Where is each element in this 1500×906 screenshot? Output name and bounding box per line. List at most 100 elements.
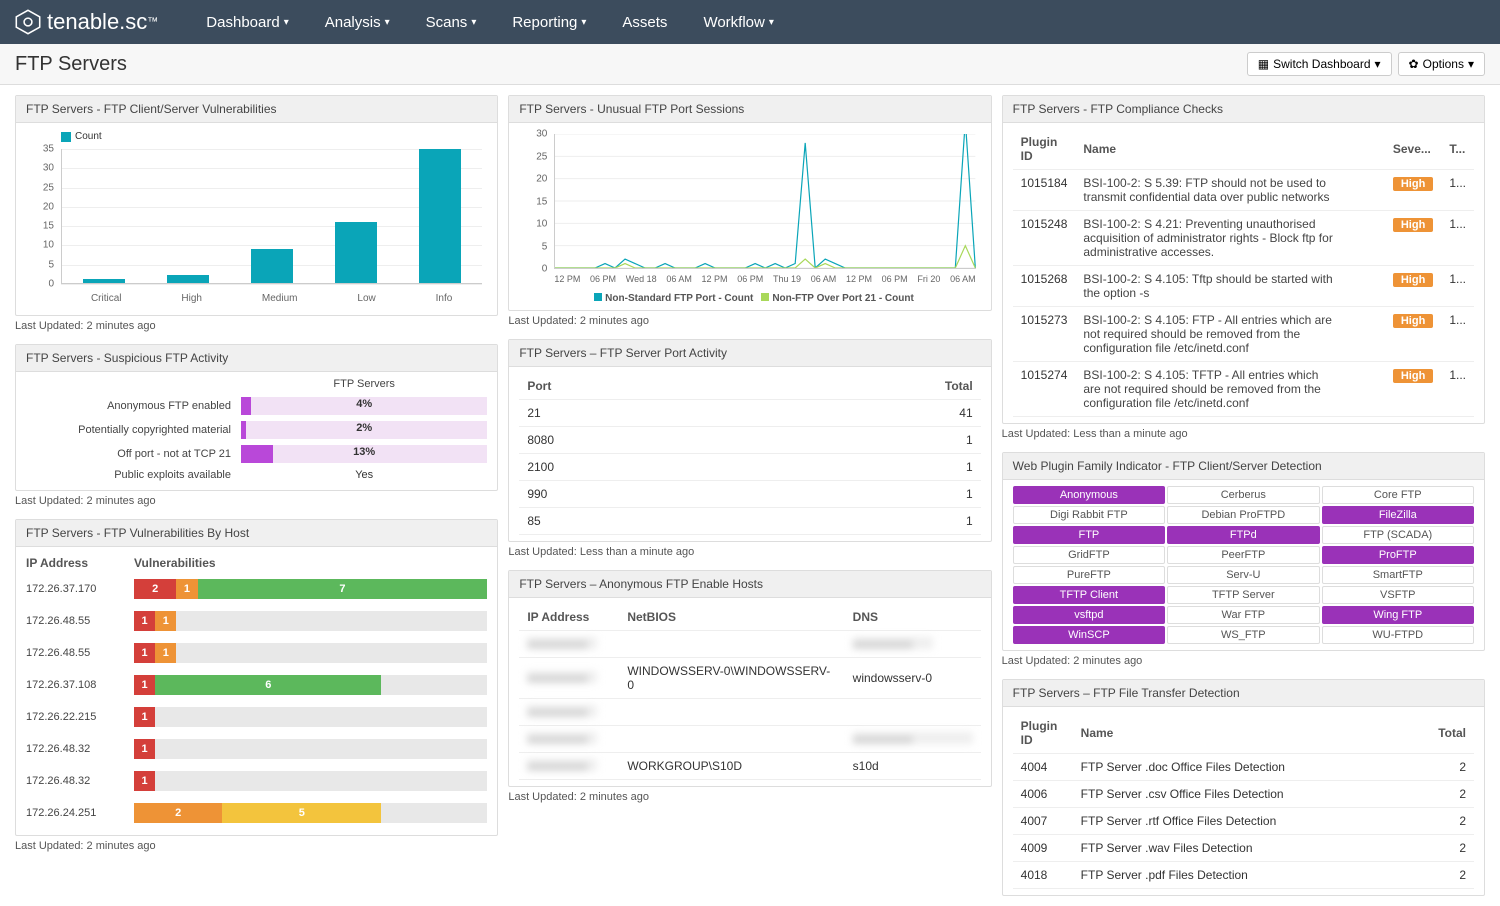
indicator-cell[interactable]: Cerberus xyxy=(1167,486,1319,504)
options-button[interactable]: ✿Options▾ xyxy=(1398,52,1485,76)
table-row[interactable]: 2141 xyxy=(519,400,980,427)
panel-header: FTP Servers – FTP File Transfer Detectio… xyxy=(1003,680,1484,707)
table-row[interactable]: 1015274BSI-100-2: S 4.105: TFTP - All en… xyxy=(1013,362,1474,417)
nav-item-reporting[interactable]: Reporting▾ xyxy=(494,14,604,31)
indicator-cell[interactable]: FTP xyxy=(1013,526,1165,544)
switch-dashboard-button[interactable]: ▦Switch Dashboard▾ xyxy=(1247,52,1392,76)
host-row[interactable]: 172.26.22.2151 xyxy=(26,701,487,733)
indicator-cell[interactable]: Core FTP xyxy=(1322,486,1474,504)
panel-header: FTP Servers - Suspicious FTP Activity xyxy=(16,345,497,372)
indicator-cell[interactable]: Serv-U xyxy=(1167,566,1319,584)
table-row[interactable]: 4009FTP Server .wav Files Detection2 xyxy=(1013,835,1474,862)
chevron-down-icon: ▾ xyxy=(769,17,774,28)
bar[interactable] xyxy=(167,275,209,283)
indicator-cell[interactable]: SmartFTP xyxy=(1322,566,1474,584)
panel-header: FTP Servers - FTP Compliance Checks xyxy=(1003,96,1484,123)
bar[interactable] xyxy=(251,249,293,283)
indicator-cell[interactable]: PeerFTP xyxy=(1167,546,1319,564)
subheader: FTP Servers ▦Switch Dashboard▾ ✿Options▾ xyxy=(0,44,1500,85)
panel-compliance: FTP Servers - FTP Compliance Checks Plug… xyxy=(1002,95,1485,424)
nav-item-workflow[interactable]: Workflow▾ xyxy=(685,14,791,31)
indicator-cell[interactable]: GridFTP xyxy=(1013,546,1165,564)
vuln-bar[interactable]: 1 xyxy=(134,771,487,791)
host-row[interactable]: 172.26.48.321 xyxy=(26,733,487,765)
table-row[interactable]: 1015248BSI-100-2: S 4.21: Preventing una… xyxy=(1013,211,1474,266)
indicator-cell[interactable]: PureFTP xyxy=(1013,566,1165,584)
file-detect-table: Plugin IDNameTotal4004FTP Server .doc Of… xyxy=(1013,713,1474,889)
line-chart[interactable]: 05101520253012 PM06 PMWed 1806 AM12 PM06… xyxy=(519,129,980,304)
indicator-cell[interactable]: Digi Rabbit FTP xyxy=(1013,506,1165,524)
table-row[interactable]: 21001 xyxy=(519,454,980,481)
indicator-cell[interactable]: War FTP xyxy=(1167,606,1319,624)
bar-chart[interactable]: Count05101520253035CriticalHighMediumLow… xyxy=(26,129,487,309)
indicator-cell[interactable]: VSFTP xyxy=(1322,586,1474,604)
chevron-down-icon: ▾ xyxy=(581,17,586,28)
panel-unusual-sessions: FTP Servers - Unusual FTP Port Sessions … xyxy=(508,95,991,311)
indicator-cell[interactable]: ProFTP xyxy=(1322,546,1474,564)
table-row[interactable]: xxxxxxxxxxxxxxxxxxxx xyxy=(519,631,980,658)
nav-item-analysis[interactable]: Analysis▾ xyxy=(307,14,408,31)
panel-footer: Last Updated: Less than a minute ago xyxy=(508,542,991,562)
chevron-down-icon: ▾ xyxy=(471,17,476,28)
panel-vuln-chart: FTP Servers - FTP Client/Server Vulnerab… xyxy=(15,95,498,316)
header-buttons: ▦Switch Dashboard▾ ✿Options▾ xyxy=(1247,52,1485,76)
table-row[interactable]: 1015273BSI-100-2: S 4.105: FTP - All ent… xyxy=(1013,307,1474,362)
vuln-bar[interactable]: 11 xyxy=(134,611,487,631)
suspicious-row[interactable]: Potentially copyrighted material2% xyxy=(26,418,487,442)
indicator-cell[interactable]: Wing FTP xyxy=(1322,606,1474,624)
nav-item-scans[interactable]: Scans▾ xyxy=(408,14,495,31)
vuln-bar[interactable]: 1 xyxy=(134,707,487,727)
table-row[interactable]: 80801 xyxy=(519,427,980,454)
grid-icon: ▦ xyxy=(1258,57,1269,71)
page-title: FTP Servers xyxy=(15,53,127,76)
indicator-cell[interactable]: Anonymous xyxy=(1013,486,1165,504)
table-row[interactable]: 9901 xyxy=(519,481,980,508)
table-row[interactable]: 4006FTP Server .csv Office Files Detecti… xyxy=(1013,781,1474,808)
indicator-cell[interactable]: TFTP Client xyxy=(1013,586,1165,604)
vuln-bar[interactable]: 217 xyxy=(134,579,487,599)
anon-hosts-table: IP AddressNetBIOSDNSxxxxxxxxxxxxxxxxxxxx… xyxy=(519,604,980,780)
bar[interactable] xyxy=(83,279,125,283)
bar[interactable] xyxy=(335,222,377,283)
brand-logo[interactable]: tenable.sc™ xyxy=(15,9,158,35)
table-row[interactable]: 4018FTP Server .pdf Files Detection2 xyxy=(1013,862,1474,889)
indicator-cell[interactable]: TFTP Server xyxy=(1167,586,1319,604)
vuln-bar[interactable]: 16 xyxy=(134,675,487,695)
indicator-cell[interactable]: WS_FTP xyxy=(1167,626,1319,644)
table-row[interactable]: 851 xyxy=(519,508,980,535)
suspicious-row[interactable]: Anonymous FTP enabled4% xyxy=(26,394,487,418)
table-row[interactable]: xxxxxxxxxxWORKGROUP\S10Ds10d xyxy=(519,753,980,780)
indicator-cell[interactable]: vsftpd xyxy=(1013,606,1165,624)
indicator-cell[interactable]: FTPd xyxy=(1167,526,1319,544)
panel-by-host: FTP Servers - FTP Vulnerabilities By Hos… xyxy=(15,519,498,836)
table-row[interactable]: 1015268BSI-100-2: S 4.105: Tftp should b… xyxy=(1013,266,1474,307)
indicator-cell[interactable]: FTP (SCADA) xyxy=(1322,526,1474,544)
host-row[interactable]: 172.26.48.321 xyxy=(26,765,487,797)
host-row[interactable]: 172.26.37.170217 xyxy=(26,573,487,605)
host-row[interactable]: 172.26.48.5511 xyxy=(26,637,487,669)
panel-anon-hosts: FTP Servers – Anonymous FTP Enable Hosts… xyxy=(508,570,991,787)
compliance-table: Plugin IDNameSeve...T...1015184BSI-100-2… xyxy=(1013,129,1474,417)
brand-text: tenable.sc xyxy=(47,9,147,35)
bar[interactable] xyxy=(419,149,461,283)
table-row[interactable]: xxxxxxxxxxWINDOWSSERV-0\WINDOWSSERV-0win… xyxy=(519,658,980,699)
vuln-bar[interactable]: 1 xyxy=(134,739,487,759)
indicator-cell[interactable]: FileZilla xyxy=(1322,506,1474,524)
host-row[interactable]: 172.26.37.10816 xyxy=(26,669,487,701)
table-row[interactable]: 1015184BSI-100-2: S 5.39: FTP should not… xyxy=(1013,170,1474,211)
indicator-cell[interactable]: WU-FTPD xyxy=(1322,626,1474,644)
vuln-bar[interactable]: 25 xyxy=(134,803,487,823)
host-row[interactable]: 172.26.48.5511 xyxy=(26,605,487,637)
indicator-cell[interactable]: Debian ProFTPD xyxy=(1167,506,1319,524)
host-row[interactable]: 172.26.24.25125 xyxy=(26,797,487,829)
nav-item-dashboard[interactable]: Dashboard▾ xyxy=(188,14,306,31)
table-row[interactable]: 4004FTP Server .doc Office Files Detecti… xyxy=(1013,754,1474,781)
panel-header: FTP Servers - Unusual FTP Port Sessions xyxy=(509,96,990,123)
nav-item-assets[interactable]: Assets xyxy=(604,14,685,31)
indicator-cell[interactable]: WinSCP xyxy=(1013,626,1165,644)
table-row[interactable]: xxxxxxxxxxxxxxxxxxxx xyxy=(519,726,980,753)
table-row[interactable]: 4007FTP Server .rtf Office Files Detecti… xyxy=(1013,808,1474,835)
vuln-bar[interactable]: 11 xyxy=(134,643,487,663)
table-row[interactable]: xxxxxxxxxx xyxy=(519,699,980,726)
suspicious-row[interactable]: Off port - not at TCP 2113% xyxy=(26,442,487,466)
